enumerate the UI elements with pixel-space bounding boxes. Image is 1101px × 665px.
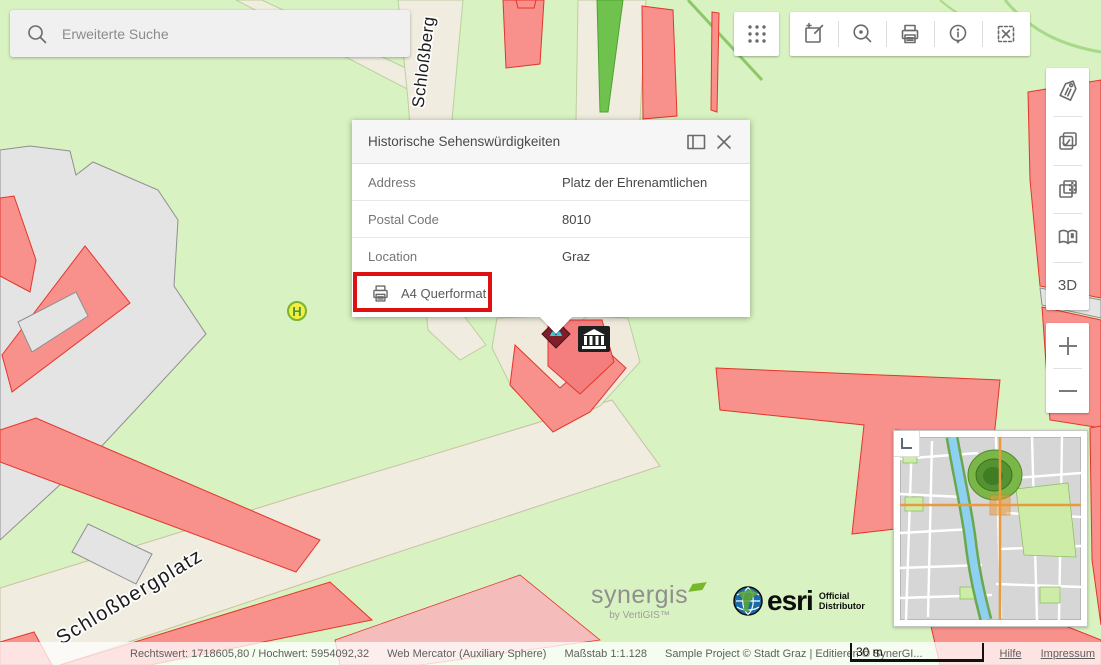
popup-header: Historische Sehenswürdigkeiten — [352, 120, 750, 164]
synergis-byline: by VertiGIS™ — [591, 610, 688, 621]
printer-icon — [898, 22, 922, 46]
popup-row-location: Location Graz — [352, 238, 750, 275]
field-value: 8010 — [562, 212, 591, 227]
legend-book-icon — [1056, 225, 1080, 249]
feature-popup: Historische Sehenswürdigkeiten Address P… — [352, 120, 750, 317]
esri-globe-icon — [733, 586, 763, 616]
map-viewer: Schloßberg Schloßbergplatz H — [0, 0, 1101, 665]
zoom-out-button[interactable] — [1046, 368, 1089, 413]
field-label: Address — [368, 175, 562, 190]
edit-icon — [802, 22, 826, 46]
transparency-icon — [1056, 177, 1080, 201]
close-popup-button[interactable] — [710, 128, 738, 156]
info-icon — [946, 22, 970, 46]
transparency-button[interactable] — [1046, 165, 1089, 213]
museum-marker[interactable] — [578, 326, 610, 352]
field-label: Postal Code — [368, 212, 562, 227]
tag-labels-button[interactable] — [1046, 68, 1089, 116]
apps-grid-icon — [745, 22, 769, 46]
popup-title: Historische Sehenswürdigkeiten — [368, 134, 682, 149]
impressum-link[interactable]: Impressum — [1041, 648, 1095, 660]
zoom-in-button[interactable] — [1046, 323, 1089, 368]
minus-icon — [1057, 380, 1079, 402]
popup-row-postal-code: Postal Code 8010 — [352, 201, 750, 238]
projection-label: Web Mercator (Auxiliary Sphere) — [387, 648, 546, 660]
zoom-search-icon — [850, 22, 874, 46]
bus-stop-marker: H — [287, 301, 307, 321]
search-icon — [26, 23, 48, 45]
main-toolbar — [790, 12, 1030, 56]
scale-bar: 30 m — [850, 643, 984, 662]
popup-row-address: Address Platz der Ehrenamtlichen — [352, 164, 750, 201]
side-toolbar: 3D — [1046, 68, 1089, 310]
synergis-logo: synergis by VertiGIS™ — [591, 581, 688, 621]
esri-subtext-distributor: Distributor — [819, 601, 865, 611]
dock-panel-button[interactable] — [682, 128, 710, 156]
collapse-corner-icon — [901, 438, 912, 449]
search-input[interactable] — [62, 26, 392, 42]
edit-button[interactable] — [790, 12, 838, 56]
overview-map-image — [900, 437, 1081, 620]
zoom-controls — [1046, 323, 1089, 413]
highlight-annotation-box — [353, 272, 492, 312]
status-links: Hilfe Impressum — [984, 648, 1095, 660]
field-value: Platz der Ehrenamtlichen — [562, 175, 707, 190]
popup-actions: A4 Querformat — [352, 275, 750, 317]
popup-pointer — [540, 317, 572, 334]
apps-menu-button[interactable] — [734, 12, 779, 56]
plus-icon — [1057, 335, 1079, 357]
clear-selection-button[interactable] — [982, 12, 1030, 56]
search-bar[interactable] — [10, 10, 410, 57]
esri-wordmark: esri — [767, 585, 813, 617]
field-label: Location — [368, 249, 562, 264]
overview-collapse-button[interactable] — [894, 431, 920, 457]
legend-button[interactable] — [1046, 213, 1089, 261]
scale-bar-label: 30 m — [852, 645, 883, 659]
select-features-icon — [1056, 129, 1080, 153]
overview-hill — [968, 450, 1022, 500]
close-icon — [716, 134, 732, 150]
overview-map[interactable] — [893, 430, 1088, 627]
synergis-wordmark: synergis — [591, 581, 688, 609]
print-button[interactable] — [886, 12, 934, 56]
hilfe-link[interactable]: Hilfe — [1000, 648, 1022, 660]
dock-icon — [687, 134, 706, 150]
zoom-search-button[interactable] — [838, 12, 886, 56]
3d-mode-button[interactable]: 3D — [1046, 262, 1089, 310]
coordinates-readout: Rechtswert: 1718605,80 / Hochwert: 59540… — [130, 648, 369, 660]
esri-subtext-official: Official — [819, 591, 865, 601]
info-button[interactable] — [934, 12, 982, 56]
field-value: Graz — [562, 249, 590, 264]
select-features-button[interactable] — [1046, 116, 1089, 164]
bus-stop-label: H — [292, 304, 301, 319]
esri-logo: esri Official Distributor — [733, 585, 865, 617]
3d-label: 3D — [1058, 277, 1077, 294]
clear-selection-icon — [994, 22, 1018, 46]
map-scale-label: Maßstab 1:1.128 — [564, 648, 647, 660]
tag-icon — [1056, 80, 1080, 104]
